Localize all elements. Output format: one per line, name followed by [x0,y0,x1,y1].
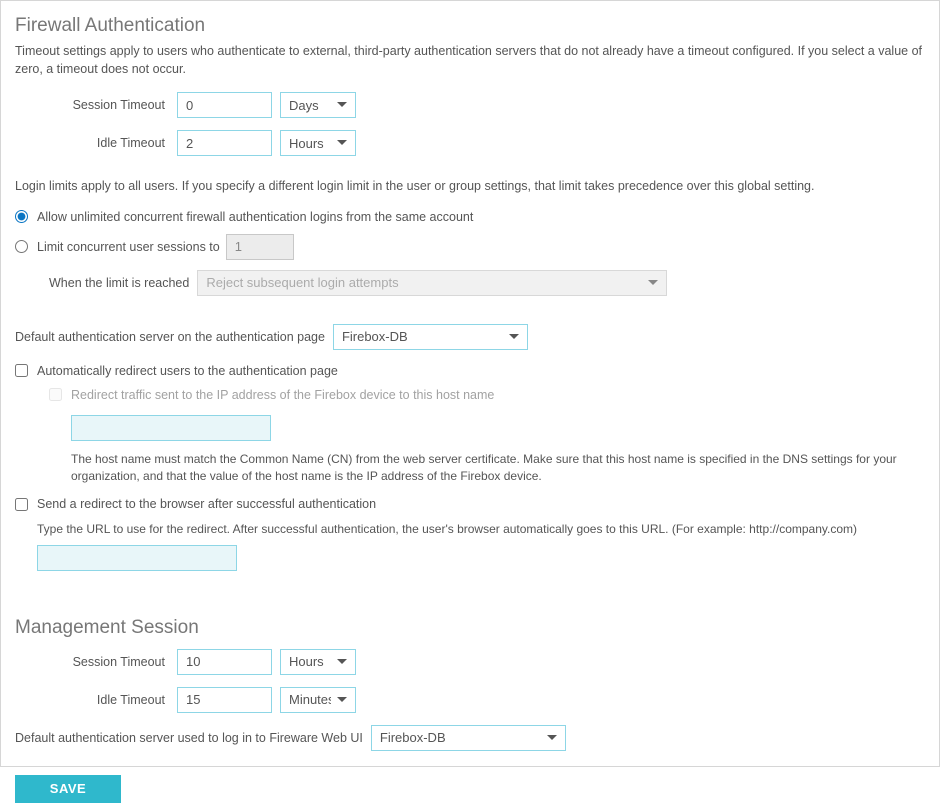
auto-redirect-row: Automatically redirect users to the auth… [15,364,925,378]
idle-timeout-unit-select[interactable]: Hours [280,130,356,156]
mgmt-idle-timeout-row: Idle Timeout Minutes [15,687,925,713]
default-auth-server-label: Default authentication server on the aut… [15,330,325,344]
limit-sessions-row: Limit concurrent user sessions to [15,234,925,260]
auto-redirect-checkbox[interactable] [15,364,28,377]
mgmt-session-timeout-label: Session Timeout [15,655,177,669]
mgmt-default-auth-row: Default authentication server used to lo… [15,725,925,751]
mgmt-idle-timeout-input[interactable] [177,687,272,713]
redirect-traffic-checkbox [49,388,62,401]
default-auth-server-select[interactable]: Firebox-DB [333,324,528,350]
send-redirect-checkbox[interactable] [15,498,28,511]
limit-reached-label: When the limit is reached [49,276,189,290]
mgmt-idle-timeout-label: Idle Timeout [15,693,177,707]
management-heading: Management Session [15,617,925,639]
limit-reached-row: When the limit is reached Reject subsequ… [49,270,925,296]
settings-panel: Firewall Authentication Timeout settings… [0,0,940,767]
auto-redirect-label: Automatically redirect users to the auth… [37,364,338,378]
default-auth-server-row: Default authentication server on the aut… [15,324,925,350]
firewall-desc: Timeout settings apply to users who auth… [15,43,925,78]
mgmt-session-timeout-row: Session Timeout Hours [15,649,925,675]
limit-sessions-input [226,234,294,260]
redirect-traffic-label: Redirect traffic sent to the IP address … [71,388,494,402]
redirect-traffic-row: Redirect traffic sent to the IP address … [49,388,925,402]
send-redirect-help: Type the URL to use for the redirect. Af… [37,521,925,538]
unlimited-logins-label: Allow unlimited concurrent firewall auth… [37,210,473,224]
limit-sessions-label: Limit concurrent user sessions to [37,240,220,254]
send-redirect-label: Send a redirect to the browser after suc… [37,497,376,511]
login-limits-note: Login limits apply to all users. If you … [15,178,925,196]
mgmt-idle-timeout-unit-select[interactable]: Minutes [280,687,356,713]
idle-timeout-row: Idle Timeout Hours [15,130,925,156]
send-redirect-url-input [37,545,237,571]
limit-reached-select: Reject subsequent login attempts [197,270,667,296]
save-button[interactable]: SAVE [15,775,121,803]
session-timeout-row: Session Timeout Days [15,92,925,118]
redirect-traffic-block: Redirect traffic sent to the IP address … [49,388,925,486]
mgmt-default-auth-label: Default authentication server used to lo… [15,731,363,745]
redirect-hostname-help: The host name must match the Common Name… [71,451,925,486]
session-timeout-input[interactable] [177,92,272,118]
idle-timeout-input[interactable] [177,130,272,156]
send-redirect-block: Type the URL to use for the redirect. Af… [37,521,925,570]
mgmt-default-auth-select[interactable]: Firebox-DB [371,725,566,751]
send-redirect-row: Send a redirect to the browser after suc… [15,497,925,511]
session-timeout-unit-select[interactable]: Days [280,92,356,118]
unlimited-logins-radio[interactable] [15,210,28,223]
redirect-hostname-input [71,415,271,441]
idle-timeout-label: Idle Timeout [15,136,177,150]
limit-sessions-radio[interactable] [15,240,28,253]
mgmt-session-timeout-unit-select[interactable]: Hours [280,649,356,675]
unlimited-logins-row: Allow unlimited concurrent firewall auth… [15,210,925,224]
mgmt-session-timeout-input[interactable] [177,649,272,675]
session-timeout-label: Session Timeout [15,98,177,112]
firewall-heading: Firewall Authentication [15,15,925,37]
